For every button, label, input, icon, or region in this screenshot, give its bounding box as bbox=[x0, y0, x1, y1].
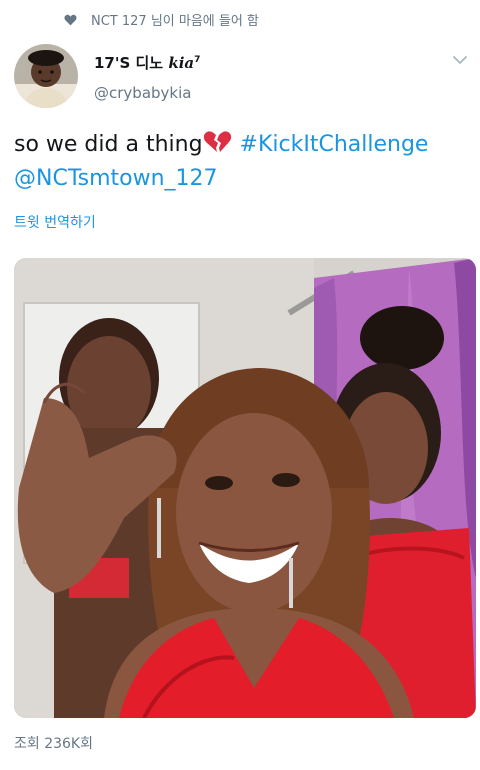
hashtag-link[interactable]: #KickItChallenge bbox=[240, 132, 429, 157]
social-context-text: NCT 127 님이 마음에 들어 함 bbox=[91, 14, 259, 29]
view-count: 조회 236K회 bbox=[14, 736, 93, 752]
translate-tweet-link[interactable]: 트윗 번역하기 bbox=[14, 212, 96, 232]
user-handle[interactable]: @crybabykia bbox=[94, 84, 191, 102]
video-media[interactable] bbox=[14, 258, 476, 718]
mention-link[interactable]: @NCTsmtown_127 bbox=[14, 166, 218, 191]
heart-icon bbox=[64, 14, 77, 25]
avatar[interactable] bbox=[14, 44, 78, 108]
video-thumbnail bbox=[14, 258, 476, 718]
broken-heart-icon bbox=[203, 131, 231, 152]
tweet-detail: NCT 127 님이 마음에 들어 함 17'S 디노 kia7 @crybab… bbox=[0, 0, 480, 770]
social-context[interactable]: NCT 127 님이 마음에 들어 함 bbox=[64, 10, 259, 29]
chevron-down-icon[interactable] bbox=[452, 54, 468, 66]
display-name[interactable]: 17'S 디노 kia7 bbox=[94, 52, 200, 73]
tweet-text: so we did a thing #KickItChallenge @NCTs… bbox=[14, 131, 429, 191]
